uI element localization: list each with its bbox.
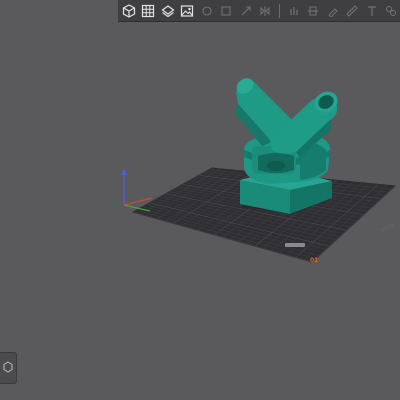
grid-button[interactable] — [140, 2, 158, 20]
image-button[interactable] — [179, 2, 197, 20]
cube-small-icon — [3, 361, 13, 373]
move-icon — [221, 5, 231, 16]
bed-number-label: 01 — [310, 257, 319, 264]
collapse-panel-handle[interactable] — [0, 352, 17, 384]
scene-canvas: ▭▭ — [121, 78, 397, 263]
text-icon — [367, 5, 376, 16]
faint-tool-2-button[interactable] — [218, 2, 236, 20]
faint-tool-9-button[interactable] — [363, 2, 381, 20]
3d-viewport[interactable]: ▭▭ 01 — [0, 0, 400, 400]
faint-tool-1-button[interactable] — [198, 2, 216, 20]
bed-logo — [285, 243, 305, 247]
axis-z-arrow — [121, 169, 127, 175]
layers-icon — [161, 4, 175, 17]
toolbar-separator — [279, 3, 280, 18]
faint-tool-10-button[interactable] — [382, 2, 400, 20]
view-toolbar — [118, 0, 400, 22]
faint-tool-8-button[interactable] — [343, 2, 361, 20]
support-icon — [290, 6, 298, 15]
grid-icon — [142, 4, 155, 17]
faint-tool-4-button[interactable] — [257, 2, 275, 20]
rotate-icon — [202, 5, 212, 16]
mirror-icon — [260, 5, 270, 16]
view-cube-icon — [122, 3, 135, 18]
paint-icon — [328, 7, 338, 17]
faint-tool-5-button[interactable] — [285, 2, 303, 20]
view-cube-button[interactable] — [120, 2, 138, 20]
bed-edge-mark: ▭▭ — [379, 221, 394, 234]
layers-button[interactable] — [159, 2, 177, 20]
cut-icon — [308, 6, 319, 15]
image-icon — [181, 4, 194, 17]
assembly-icon — [386, 5, 397, 16]
faint-tool-3-button[interactable] — [237, 2, 255, 20]
faint-tool-6-button[interactable] — [304, 2, 322, 20]
scale-icon — [241, 5, 251, 15]
measure-icon — [346, 4, 358, 17]
faint-tool-7-button[interactable] — [324, 2, 342, 20]
